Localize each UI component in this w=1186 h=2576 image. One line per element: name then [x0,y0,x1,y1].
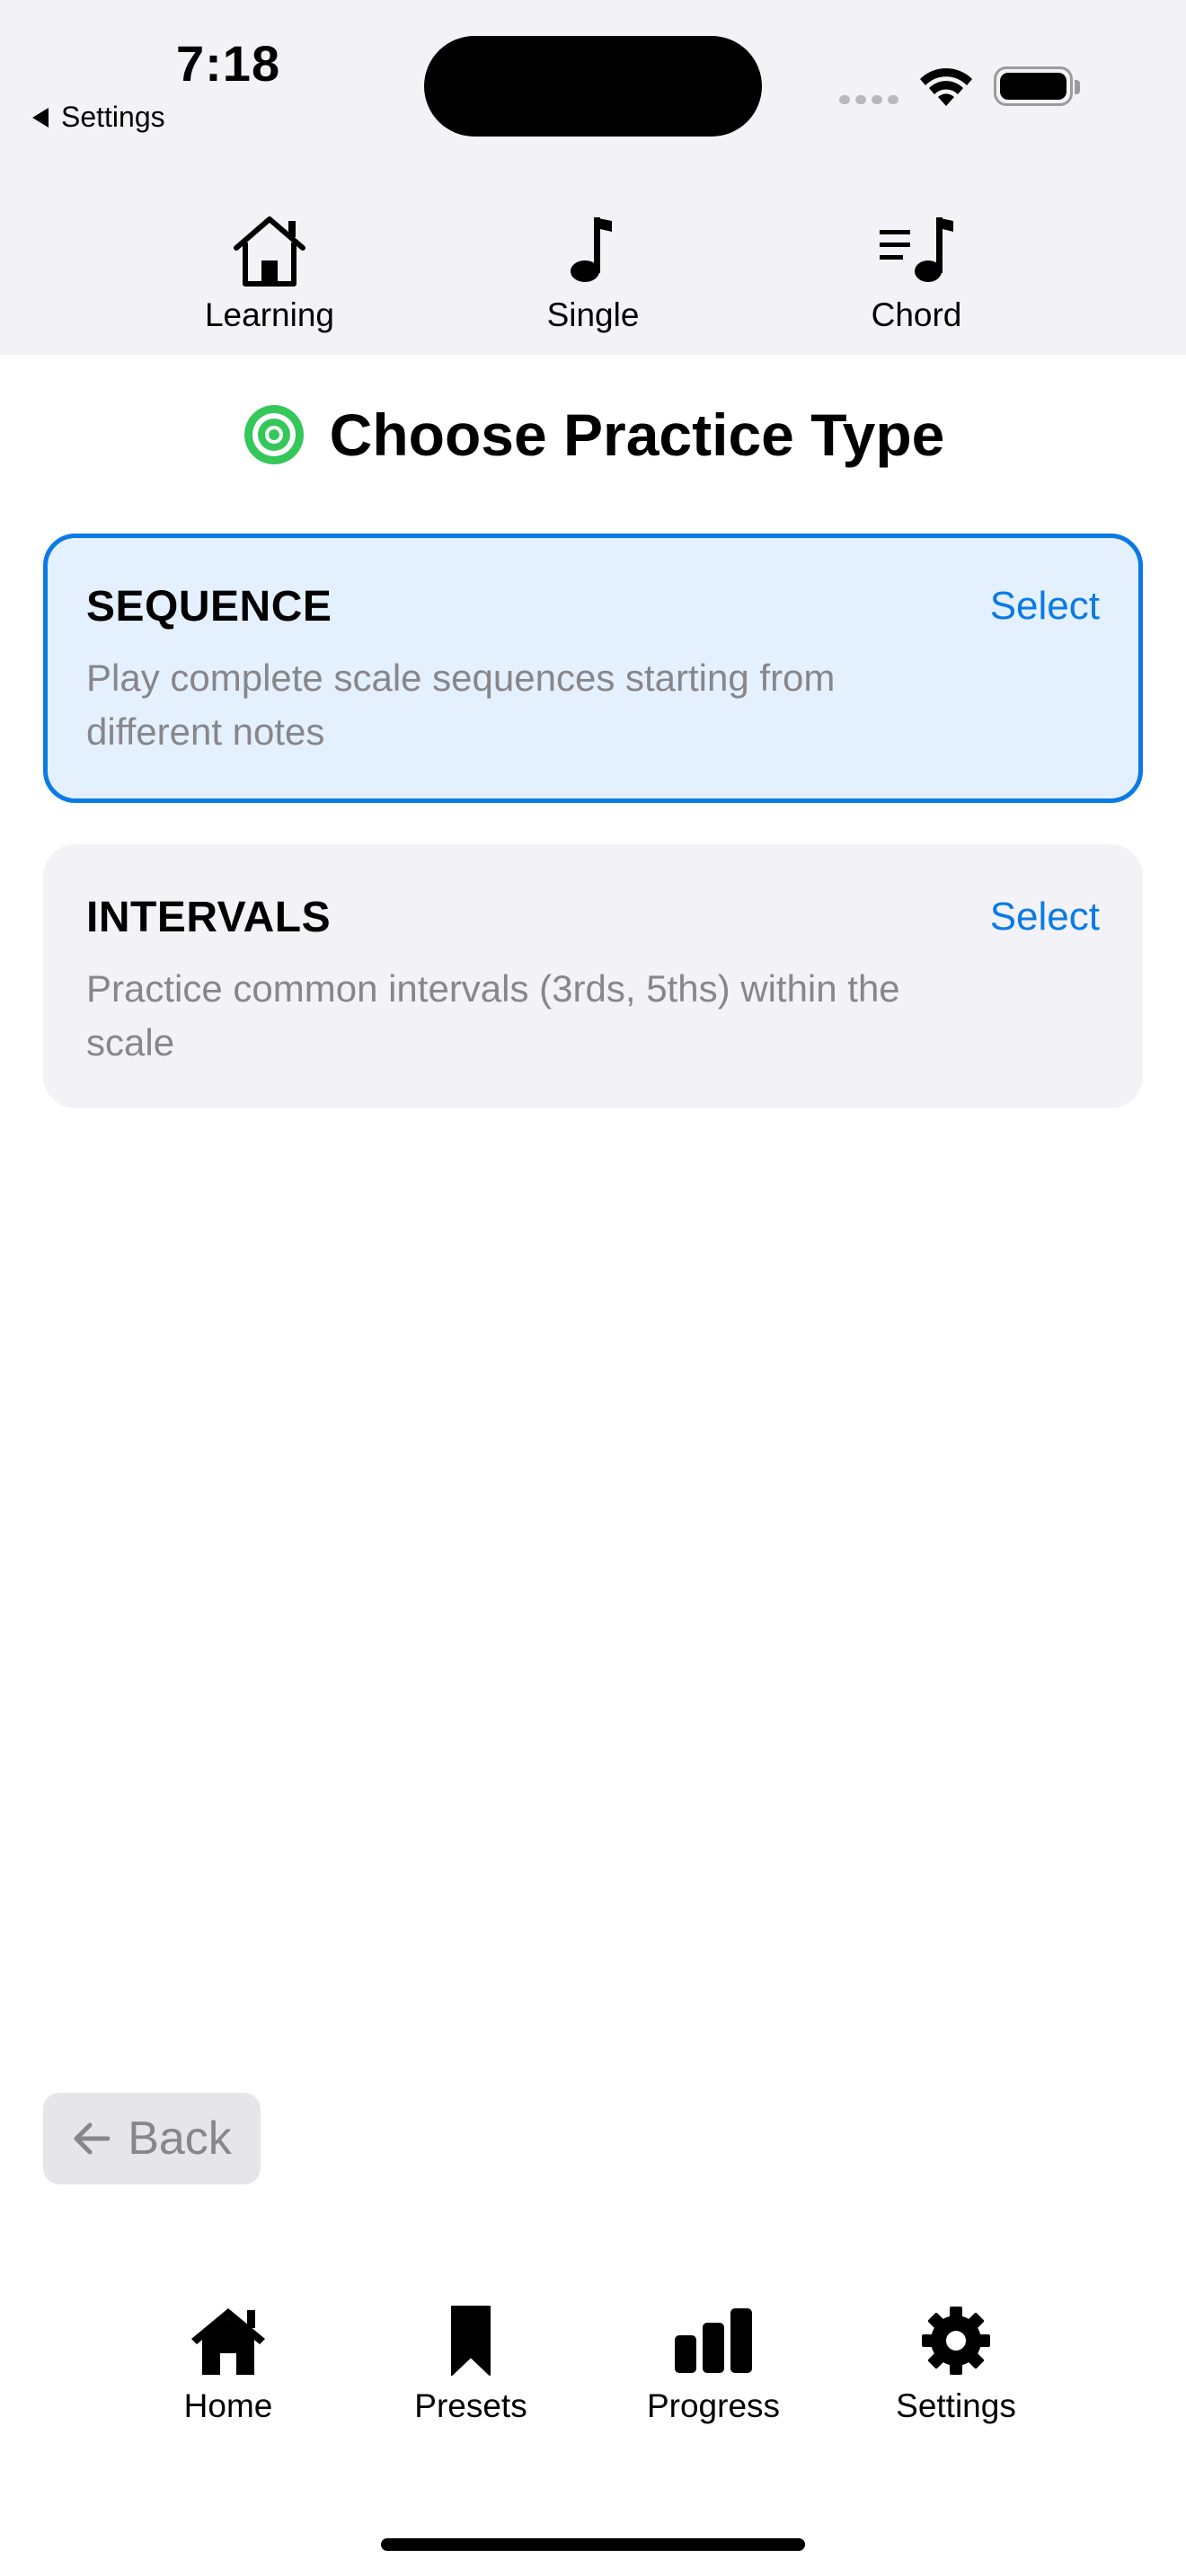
top-bar: 7:18 Settings Learning Single Chord [0,0,1186,355]
wifi-icon [920,67,972,106]
home-indicator [381,2538,805,2551]
music-note-icon [571,217,612,282]
option-description: Play complete scale sequences starting f… [86,657,836,753]
back-to-app-link[interactable]: Settings [32,101,165,134]
tab-single[interactable]: Single [485,212,701,347]
option-description: Practice common intervals (3rds, 5ths) w… [86,967,900,1063]
option-card-intervals[interactable]: INTERVALS Select Practice common interva… [43,844,1143,1108]
dynamic-island [424,36,762,137]
battery-icon [994,66,1080,106]
bar-chart-icon [675,2308,752,2373]
tab-chord-label: Chord [871,296,962,333]
tab-home-label: Home [183,2387,273,2424]
house-fill-icon [191,2308,265,2375]
option-name: INTERVALS [86,894,332,941]
select-button[interactable]: Select [990,895,1100,940]
option-card-sequence[interactable]: SEQUENCE Select Play complete scale sequ… [43,534,1143,803]
tab-presets-label: Presets [414,2387,527,2424]
tab-chord[interactable]: Chord [809,212,1024,347]
page-title: Choose Practice Type [329,401,945,468]
status-time: 7:18 [176,35,281,92]
tab-presets[interactable]: Presets [372,2303,570,2438]
tab-home[interactable]: Home [129,2303,327,2438]
tab-single-label: Single [546,296,640,333]
cellular-signal-icon [839,95,898,104]
note-list-icon [880,217,953,282]
tab-progress-label: Progress [646,2387,781,2424]
gear-icon [922,2307,990,2375]
tab-settings[interactable]: Settings [857,2303,1055,2438]
back-app-label: Settings [61,101,165,133]
back-button-label: Back [128,2113,232,2165]
option-name: SEQUENCE [86,583,332,631]
tab-learning-label: Learning [204,296,334,333]
page-heading: Choose Practice Type [0,401,1186,469]
tab-settings-label: Settings [896,2387,1016,2424]
select-button[interactable]: Select [990,584,1100,629]
tab-learning[interactable]: Learning [162,212,377,347]
back-triangle-icon [32,107,49,128]
house-icon [234,216,305,287]
bookmark-icon [451,2306,491,2376]
target-icon [243,405,304,464]
arrow-left-icon [74,2122,111,2155]
back-button[interactable]: Back [43,2093,261,2184]
tab-progress[interactable]: Progress [615,2303,812,2438]
